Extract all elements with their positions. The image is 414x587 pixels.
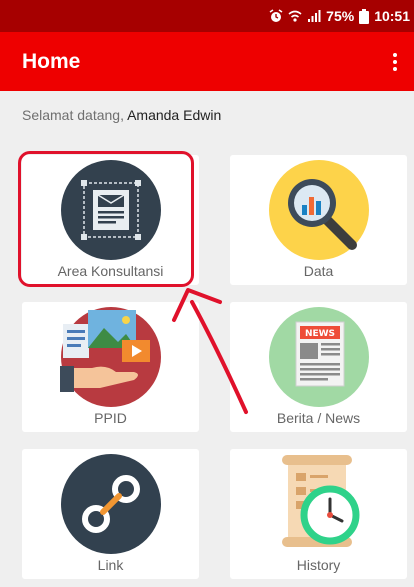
- menu-card-history[interactable]: History: [230, 449, 407, 579]
- page-title: Home: [22, 49, 81, 73]
- menu-card-label: Area Konsultansi: [57, 263, 164, 279]
- annotation-arrow-icon: [172, 288, 248, 414]
- battery-icon: [359, 8, 370, 24]
- menu-card-label: Data: [303, 263, 334, 279]
- signal-icon: [308, 10, 321, 22]
- magnifier-chart-icon: [269, 160, 369, 260]
- scroll-clock-icon: [282, 455, 360, 547]
- media-hand-icon: [60, 307, 161, 407]
- alarm-icon: [269, 9, 283, 22]
- app-bar: Home: [0, 32, 414, 91]
- menu-card-area-konsultansi[interactable]: Area Konsultansi: [22, 155, 199, 285]
- menu-card-label: History: [296, 557, 341, 573]
- welcome-user-name: Amanda Edwin: [127, 107, 222, 123]
- battery-percent: 75%: [326, 8, 355, 24]
- status-time: 10:51: [374, 8, 410, 24]
- menu-card-label: Link: [97, 557, 124, 573]
- status-bar: 75% 10:51: [0, 0, 414, 32]
- welcome-message: Selamat datang, Amanda Edwin: [22, 107, 221, 123]
- welcome-greeting: Selamat datang,: [22, 107, 128, 123]
- wifi-icon: [288, 10, 302, 22]
- chain-link-icon: [61, 454, 161, 554]
- menu-card-link[interactable]: Link: [22, 449, 199, 579]
- overflow-menu-icon[interactable]: [384, 46, 406, 78]
- document-frame-icon: [61, 160, 161, 260]
- svg-text:NEWS: NEWS: [305, 329, 335, 339]
- newspaper-icon: NEWS: [269, 307, 369, 407]
- menu-card-data[interactable]: Data: [230, 155, 407, 285]
